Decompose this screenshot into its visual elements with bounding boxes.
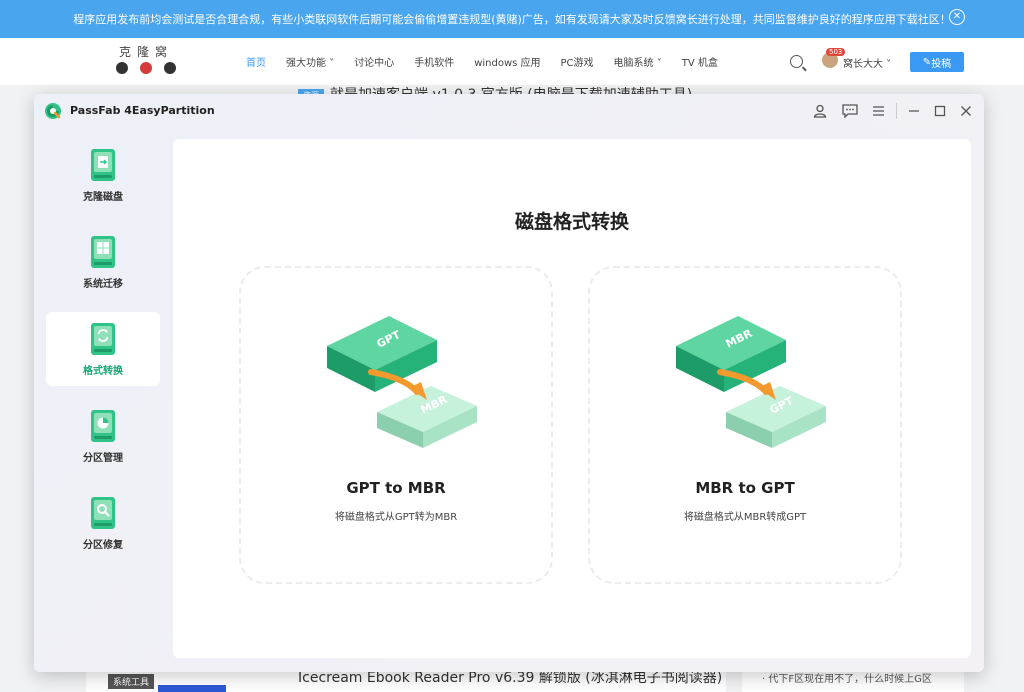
site-nav-home[interactable]: 首页 [246,54,266,69]
site-nav-pcgames[interactable]: PC游戏 [561,54,594,69]
site-logo[interactable]: 克隆窝 [112,43,180,81]
sidebar-item-label: 系统迁移 [83,279,123,290]
sidebar-item-label: 格式转换 [83,366,123,377]
menu-icon[interactable] [868,101,888,121]
site-post-button[interactable]: ✎ 投稿 [910,52,964,72]
site-logo-mascots [112,60,180,74]
site-search-icon[interactable] [790,55,803,68]
notice-close-icon[interactable]: ✕ [949,9,965,25]
maximize-icon[interactable] [930,101,950,121]
mbr-to-gpt-card[interactable]: MBR GPT MBR to GPT 将磁盘格式从MBR转成GPT [588,266,902,584]
site-thumbnail[interactable] [158,685,226,692]
site-nav: 首页 强大功能 ˅ 讨论中心 手机软件 windows 应用 PC游戏 电脑系统… [246,38,718,85]
app-titlebar[interactable]: PassFab 4EasyPartition [34,94,984,128]
system-migrate-icon [91,236,115,268]
site-nav-features[interactable]: 强大功能 ˅ [286,54,334,69]
sidebar-item-label: 分区管理 [83,453,123,464]
site-notice-bar: 程序应用发布前均会测试是否合理合规，有些小类联网软件后期可能会偷偷增置违规型(黄… [0,0,1024,38]
mascot-icon [116,62,128,74]
gpt-to-mbr-card[interactable]: GPT MBR GPT to MBR 将磁盘格式从GPT转为MBR [239,266,553,584]
titlebar-divider [896,103,897,119]
site-nav-windows[interactable]: windows 应用 [474,54,540,69]
app-title: PassFab 4EasyPartition [70,104,215,117]
format-convert-icon [91,323,115,355]
partition-manage-icon [91,410,115,442]
gpt-to-mbr-illustration: GPT MBR [327,316,477,448]
sidebar-item-label: 克隆磁盘 [83,192,123,203]
mascot-icon [140,62,152,74]
page-title: 磁盘格式转换 [514,211,629,233]
mbr-to-gpt-illustration: MBR GPT [676,316,826,448]
site-nav-mobile[interactable]: 手机软件 [414,54,454,69]
sidebar-item-clone-disk[interactable]: 克隆磁盘 [46,138,160,212]
sidebar-item-format-convert[interactable]: 格式转换 [46,312,160,386]
close-icon[interactable] [956,101,976,121]
main-panel: 磁盘格式转换 GPT MBR GPT to MBR 将磁盘格式从GPT转为MBR [173,139,971,658]
card-title: GPT to MBR [346,479,446,497]
app-logo-icon [45,103,61,119]
site-comment-text[interactable]: · 代下F区现在用不了，什么时候上G区 [762,670,932,685]
sidebar-item-label: 分区修复 [83,540,123,551]
clone-disk-icon [91,149,115,181]
account-icon[interactable] [810,101,830,121]
app-window: PassFab 4EasyPartition 克隆磁盘 系统迁移 格式转换 分区… [34,94,984,672]
site-logo-text: 克隆窝 [118,45,173,59]
sidebar-item-system-migrate[interactable]: 系统迁移 [46,225,160,299]
site-user-menu[interactable]: 窝长大大 ˅ [843,55,891,70]
site-category-tag[interactable]: 系统工具 [108,674,155,689]
card-title: MBR to GPT [695,479,795,497]
card-description: 将磁盘格式从MBR转成GPT [683,512,807,523]
feedback-icon[interactable] [840,101,860,121]
site-nav-tv[interactable]: TV 机盒 [682,54,718,69]
minimize-icon[interactable] [904,101,924,121]
app-sidebar: 克隆磁盘 系统迁移 格式转换 分区管理 分区修复 [46,138,160,573]
card-description: 将磁盘格式从GPT转为MBR [334,512,458,523]
site-nav-os[interactable]: 电脑系统 ˅ [614,54,662,69]
sidebar-item-partition-manage[interactable]: 分区管理 [46,399,160,473]
site-notice-text: 程序应用发布前均会测试是否合理合规，有些小类联网软件后期可能会偷偷增置违规型(黄… [73,13,951,26]
partition-repair-icon [91,497,115,529]
site-header: 克隆窝 首页 强大功能 ˅ 讨论中心 手机软件 windows 应用 PC游戏 … [0,38,1024,85]
site-nav-forum[interactable]: 讨论中心 [354,54,394,69]
mascot-icon [164,62,176,74]
sidebar-item-partition-repair[interactable]: 分区修复 [46,486,160,560]
